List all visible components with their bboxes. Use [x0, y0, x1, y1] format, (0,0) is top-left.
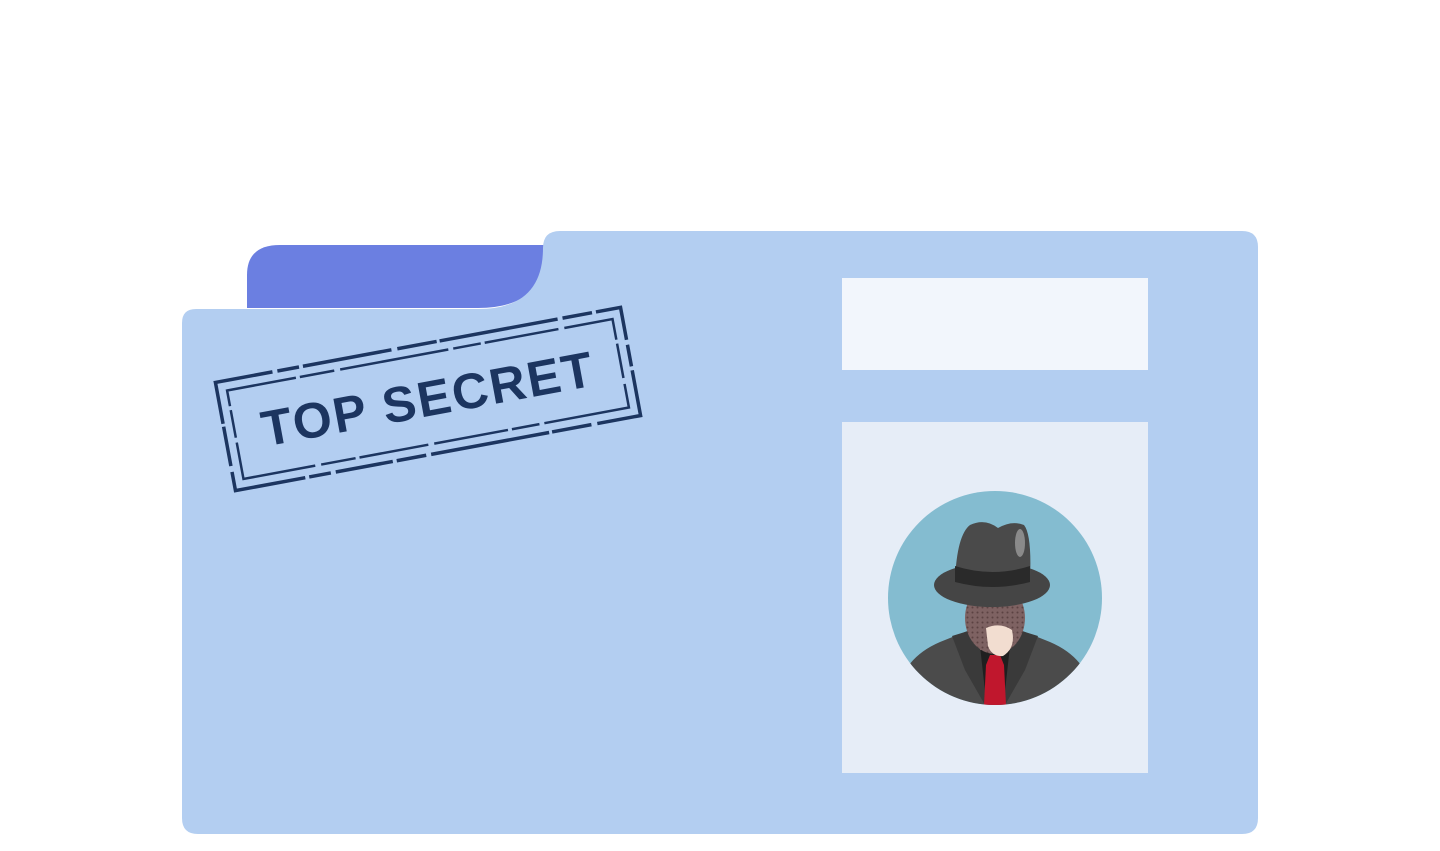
folder-back-tab [247, 245, 545, 308]
hat-highlight [1015, 529, 1025, 557]
folder-label-card [842, 278, 1148, 370]
tie [984, 655, 1006, 705]
secret-folder-illustration: TOP SECRET [0, 0, 1440, 851]
